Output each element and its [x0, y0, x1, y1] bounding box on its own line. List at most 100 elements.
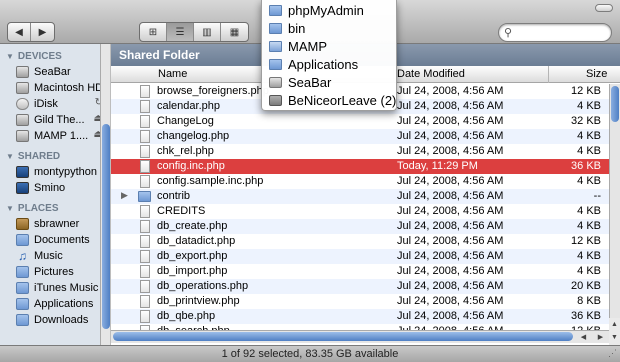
- file-size: 20 KB: [571, 280, 601, 292]
- vertical-scrollbar[interactable]: [609, 84, 620, 345]
- sidebar-item[interactable]: SeaBar: [0, 64, 109, 80]
- file-size: 4 KB: [577, 145, 601, 157]
- sidebar-item[interactable]: Gild The... ⏏: [0, 112, 109, 128]
- file-rows: browse_foreigners.php Jul 24, 2008, 4:56 …: [111, 84, 609, 339]
- sidebar-item[interactable]: Smino: [0, 180, 109, 196]
- list-view-button[interactable]: ☰: [167, 23, 194, 41]
- file-date: Jul 24, 2008, 4:56 AM: [397, 85, 504, 97]
- sidebar-scroll-thumb[interactable]: [102, 124, 110, 329]
- list-view-icon: ☰: [175, 26, 185, 38]
- search-icon: ⚲: [504, 27, 513, 39]
- file-date: Jul 24, 2008, 4:56 AM: [397, 205, 504, 217]
- sidebar-header-places[interactable]: ▼ PLACES: [0, 200, 109, 216]
- popup-menu-item[interactable]: bin: [262, 19, 396, 37]
- file-date: Jul 24, 2008, 4:56 AM: [397, 235, 504, 247]
- icon-view-icon: ⊞: [148, 26, 158, 38]
- sidebar-item[interactable]: Downloads: [0, 312, 109, 328]
- app-folder-icon: [269, 40, 282, 52]
- home-icon: [16, 218, 29, 230]
- drive-icon: [16, 82, 29, 94]
- file-name: config.sample.inc.php: [157, 175, 264, 187]
- sidebar-item-label: Applications: [34, 298, 94, 310]
- table-row[interactable]: ChangeLog Jul 24, 2008, 4:56 AM 32 KB: [111, 114, 609, 129]
- sidebar-item[interactable]: ♫ Music: [0, 248, 109, 264]
- vertical-scroll-arrows[interactable]: ▲ ▼: [609, 318, 620, 345]
- file-size: 4 KB: [577, 205, 601, 217]
- applications-icon: [16, 298, 29, 310]
- sidebar-item[interactable]: sbrawner: [0, 216, 109, 232]
- column-header-size[interactable]: Size: [586, 68, 607, 80]
- scroll-right-icon[interactable]: ▶: [598, 333, 603, 341]
- table-row[interactable]: db_datadict.php Jul 24, 2008, 4:56 AM 12 K…: [111, 234, 609, 249]
- sidebar-item[interactable]: Applications: [0, 296, 109, 312]
- icon-view-button[interactable]: ⊞: [140, 23, 167, 41]
- toolbar-toggle-button[interactable]: [595, 4, 613, 12]
- table-row[interactable]: ▶ contrib Jul 24, 2008, 4:56 AM --: [111, 189, 609, 204]
- document-icon: [140, 85, 150, 98]
- popup-menu-item[interactable]: BeNiceorLeave (2): [262, 91, 396, 109]
- file-date: Jul 24, 2008, 4:56 AM: [397, 310, 504, 322]
- popup-menu-item[interactable]: MAMP: [262, 37, 396, 55]
- forward-button[interactable]: ▶: [31, 23, 54, 41]
- scroll-down-icon[interactable]: ▼: [609, 331, 620, 344]
- vertical-scroll-thumb[interactable]: [611, 86, 619, 122]
- table-row[interactable]: config.inc.php Today, 11:29 PM 36 KB: [111, 159, 609, 174]
- table-row[interactable]: db_import.php Jul 24, 2008, 4:56 AM 4 KB: [111, 264, 609, 279]
- file-date: Jul 24, 2008, 4:56 AM: [397, 295, 504, 307]
- search-field[interactable]: ⚲: [498, 23, 612, 42]
- back-button[interactable]: ◀: [8, 23, 31, 41]
- sidebar-item[interactable]: Documents: [0, 232, 109, 248]
- table-row[interactable]: chk_rel.php Jul 24, 2008, 4:56 AM 4 KB: [111, 144, 609, 159]
- file-name: contrib: [157, 190, 191, 202]
- sidebar-item[interactable]: montypython: [0, 164, 109, 180]
- table-row[interactable]: CREDITS Jul 24, 2008, 4:56 AM 4 KB: [111, 204, 609, 219]
- horizontal-scroll-thumb[interactable]: [113, 332, 573, 341]
- file-size: 8 KB: [577, 295, 601, 307]
- drive-icon: [16, 114, 29, 126]
- folder-icon: [269, 58, 282, 70]
- table-row[interactable]: config.sample.inc.php Jul 24, 2008, 4:56 …: [111, 174, 609, 189]
- table-row[interactable]: db_create.php Jul 24, 2008, 4:56 AM 4 KB: [111, 219, 609, 234]
- table-row[interactable]: db_export.php Jul 24, 2008, 4:56 AM 4 KB: [111, 249, 609, 264]
- column-view-button[interactable]: ▥: [194, 23, 221, 41]
- scroll-left-icon[interactable]: ◀: [581, 333, 586, 341]
- file-name: ChangeLog: [157, 115, 214, 127]
- disclosure-triangle-icon[interactable]: ▶: [121, 190, 128, 201]
- popup-menu-item-label: bin: [288, 20, 306, 36]
- sidebar-item[interactable]: Macintosh HD: [0, 80, 109, 96]
- back-icon: ◀: [15, 26, 23, 38]
- sidebar-header-devices[interactable]: ▼ DEVICES: [0, 48, 109, 64]
- sidebar-header-shared[interactable]: ▼ SHARED: [0, 148, 109, 164]
- popup-menu-item[interactable]: SeaBar: [262, 73, 396, 91]
- folder-icon: [16, 234, 29, 246]
- column-divider[interactable]: [548, 66, 549, 83]
- file-size: 4 KB: [577, 130, 601, 142]
- folder-icon: [16, 266, 29, 278]
- scroll-up-icon[interactable]: ▲: [609, 318, 620, 331]
- coverflow-view-button[interactable]: ▦: [221, 23, 248, 41]
- table-row[interactable]: db_printview.php Jul 24, 2008, 4:56 AM 8 K…: [111, 294, 609, 309]
- document-icon: [140, 145, 150, 158]
- sidebar-item[interactable]: Pictures: [0, 264, 109, 280]
- table-row[interactable]: db_qbe.php Jul 24, 2008, 4:56 AM 36 KB: [111, 309, 609, 324]
- folder-icon: [269, 4, 282, 16]
- sidebar-item[interactable]: iDisk ↻: [0, 96, 109, 112]
- file-name: changelog.php: [157, 130, 230, 142]
- file-size: 36 KB: [571, 160, 601, 172]
- sidebar-item[interactable]: iTunes Music: [0, 280, 109, 296]
- resize-grip-icon[interactable]: ⋰: [608, 348, 617, 359]
- drive-icon: [16, 130, 29, 142]
- table-row[interactable]: changelog.php Jul 24, 2008, 4:56 AM 4 KB: [111, 129, 609, 144]
- popup-menu-item[interactable]: phpMyAdmin: [262, 1, 396, 19]
- sidebar-item[interactable]: MAMP 1.... ⏏: [0, 128, 109, 144]
- file-date: Today, 11:29 PM: [397, 160, 478, 172]
- column-header-date[interactable]: Date Modified: [397, 68, 465, 80]
- table-row[interactable]: db_operations.php Jul 24, 2008, 4:56 AM 20…: [111, 279, 609, 294]
- sidebar-item-label: Macintosh HD: [34, 82, 104, 94]
- document-icon: [140, 205, 150, 218]
- column-header-name[interactable]: Name: [158, 68, 187, 80]
- file-size: 32 KB: [571, 115, 601, 127]
- popup-menu-item[interactable]: Applications: [262, 55, 396, 73]
- folder-icon: [138, 191, 151, 202]
- file-date: Jul 24, 2008, 4:56 AM: [397, 145, 504, 157]
